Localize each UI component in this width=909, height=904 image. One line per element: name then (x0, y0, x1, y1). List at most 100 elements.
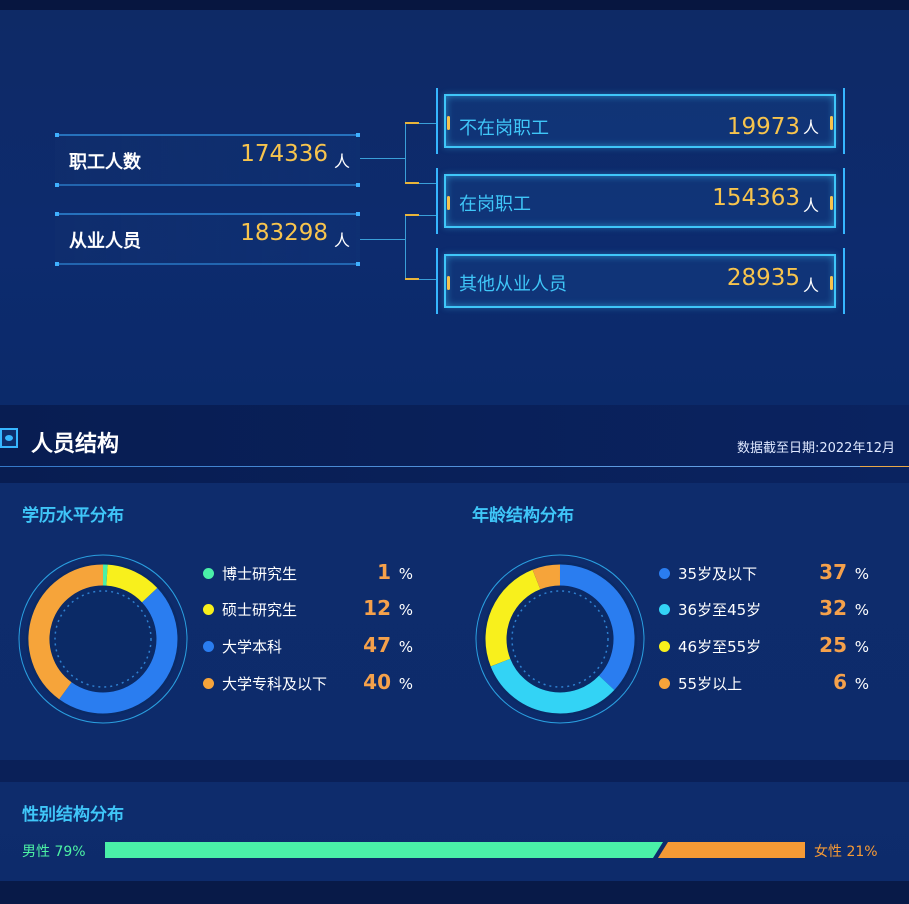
legend-unit: % (854, 601, 869, 619)
connector-line (360, 158, 405, 159)
bottom-strip (0, 881, 909, 904)
connector-tip (405, 182, 419, 184)
category-box-other: 其他从业人员 28935 人 (444, 254, 836, 308)
category-value: 28935 (726, 265, 800, 291)
legend-dot (203, 568, 214, 579)
education-donut-chart (18, 554, 188, 724)
legend-item: 博士研究生 1 % (203, 560, 413, 586)
legend-value: 40 (363, 670, 391, 694)
education-chart-title: 学历水平分布 (22, 506, 124, 526)
legend-value: 47 (363, 633, 391, 657)
age-donut-segments (475, 554, 645, 724)
legend-dot (203, 641, 214, 652)
legend-dot (203, 604, 214, 615)
legend-dot (659, 641, 670, 652)
header-divider (0, 466, 860, 467)
legend-dot (659, 678, 670, 689)
legend-value: 25 (819, 633, 847, 657)
connector-line (419, 123, 437, 124)
legend-label: 55岁以上 (678, 675, 743, 693)
category-unit: 人 (802, 118, 819, 137)
age-legend: 35岁及以下 37 % 36岁至45岁 32 % 46岁至55岁 25 % 55… (659, 560, 869, 702)
workers-count-box: 职工人数 174336 人 (55, 133, 360, 187)
age-donut-chart (475, 554, 645, 724)
legend-label: 35岁及以下 (678, 565, 758, 583)
legend-unit: % (854, 565, 869, 583)
legend-value: 6 (833, 670, 847, 694)
legend-dot (659, 604, 670, 615)
category-side-bar (436, 168, 438, 234)
connector-line (419, 183, 437, 184)
legend-dot (203, 678, 214, 689)
legend-label: 博士研究生 (222, 565, 298, 583)
donut-hole (507, 586, 613, 692)
category-unit: 人 (802, 196, 819, 215)
legend-unit: % (854, 675, 869, 693)
legend-dot (659, 568, 670, 579)
category-side-bar (843, 88, 845, 154)
connector-line (419, 279, 437, 280)
connector-tip (405, 278, 419, 280)
section-title: 人员结构 (31, 432, 120, 457)
legend-unit: % (398, 565, 413, 583)
male-ratio-label: 男性 79% (22, 844, 86, 860)
education-legend: 博士研究生 1 % 硕士研究生 12 % 大学本科 47 % 大学专科及以下 4… (203, 560, 413, 702)
gender-chart-title: 性别结构分布 (22, 805, 124, 825)
legend-item: 硕士研究生 12 % (203, 596, 413, 622)
legend-item: 36岁至45岁 32 % (659, 596, 869, 622)
legend-value: 1 (377, 560, 391, 584)
legend-unit: % (398, 601, 413, 619)
male-bar-segment (105, 842, 663, 858)
connector-line (405, 122, 406, 184)
legend-unit: % (398, 675, 413, 693)
legend-label: 大学本科 (222, 638, 283, 656)
top-strip (0, 0, 909, 10)
category-value: 19973 (726, 114, 800, 140)
category-label: 其他从业人员 (459, 274, 567, 295)
education-donut-segments (18, 554, 188, 724)
category-label: 不在岗职工 (459, 118, 549, 139)
workers-count-label: 职工人数 (69, 152, 141, 173)
legend-label: 46岁至55岁 (678, 638, 762, 656)
legend-label: 硕士研究生 (222, 601, 298, 619)
workers-count-value: 174336 (240, 141, 328, 167)
gender-panel (0, 782, 909, 881)
legend-item: 55岁以上 6 % (659, 670, 869, 696)
legend-value: 12 (363, 596, 391, 620)
donut-segment-4 (532, 564, 561, 590)
camera-icon (0, 428, 18, 448)
female-bar-segment (658, 842, 805, 858)
legend-label: 大学专科及以下 (222, 675, 328, 693)
legend-unit: % (398, 638, 413, 656)
category-side-bar (843, 168, 845, 234)
legend-value: 32 (819, 596, 847, 620)
legend-item: 大学本科 47 % (203, 633, 413, 659)
donut-hole (50, 586, 156, 692)
legend-item: 大学专科及以下 40 % (203, 670, 413, 696)
connector-tip (405, 214, 419, 216)
connector-line (419, 215, 437, 216)
employed-count-label: 从业人员 (69, 231, 141, 252)
legend-item: 46岁至55岁 25 % (659, 633, 869, 659)
section-gap (0, 760, 909, 782)
category-side-bar (436, 88, 438, 154)
category-side-bar (436, 248, 438, 314)
category-unit: 人 (802, 276, 819, 295)
legend-value: 37 (819, 560, 847, 584)
data-date-note: 数据截至日期:2022年12月 (736, 441, 895, 456)
legend-item: 35岁及以下 37 % (659, 560, 869, 586)
employed-count-box: 从业人员 183298 人 (55, 212, 360, 266)
legend-label: 36岁至45岁 (678, 601, 762, 619)
category-side-bar (843, 248, 845, 314)
employed-count-value: 183298 (240, 220, 328, 246)
gender-ratio-bar (105, 842, 805, 858)
category-box-off-duty: 不在岗职工 19973 人 (444, 94, 836, 148)
connector-line (405, 214, 406, 280)
category-box-on-duty: 在岗职工 154363 人 (444, 174, 836, 228)
connector-line (360, 239, 405, 240)
category-value: 154363 (712, 185, 800, 211)
female-ratio-label: 女性 21% (814, 844, 878, 860)
category-label: 在岗职工 (459, 194, 531, 215)
employed-count-unit: 人 (333, 231, 350, 250)
connector-tip (405, 122, 419, 124)
